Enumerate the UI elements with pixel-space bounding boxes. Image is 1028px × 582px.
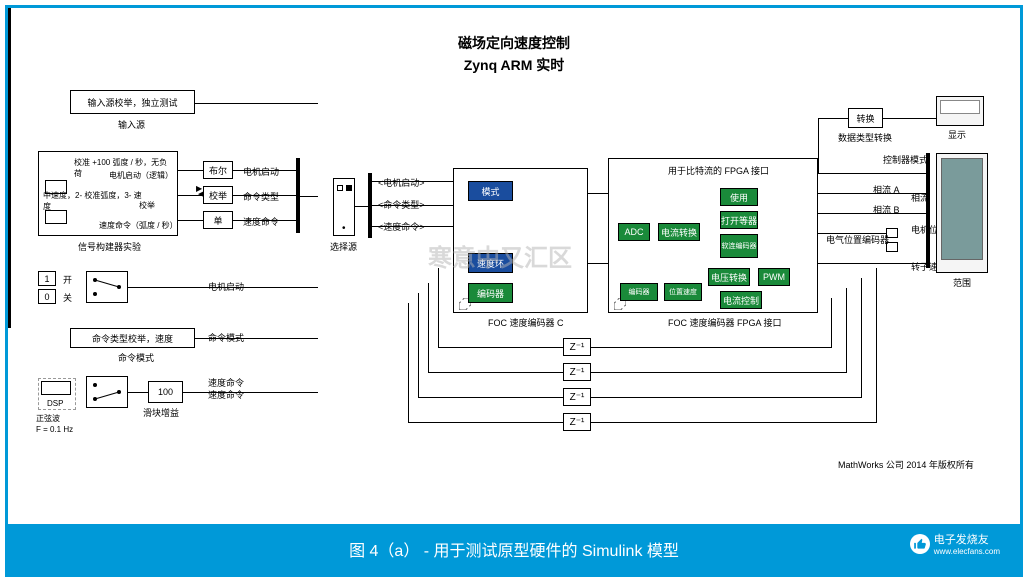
scope-block	[936, 153, 988, 273]
gain-block: 100	[148, 381, 183, 403]
soft-encoder-block: 软连编码器	[720, 234, 758, 258]
enc-icon-1	[886, 228, 898, 238]
title-line2: Zynq ARM 实时	[8, 55, 1020, 75]
pwm-block: PWM	[758, 268, 790, 286]
watermark: 寒意中又汇区	[428, 238, 572, 273]
footer-bar: 图 4（a） - 用于测试原型硬件的 Simulink 模型 电子发烧友 www…	[8, 524, 1020, 574]
enc-icon-2	[886, 242, 898, 252]
input-source-label: 输入源	[118, 118, 145, 131]
mode-block: 模式	[468, 181, 513, 201]
phase-b-label: 相流 B	[873, 203, 900, 216]
enable-block: 使用	[720, 188, 758, 206]
fpga-title: 用于比特流的 FPGA 接口	[668, 164, 769, 177]
const-1: 1	[38, 271, 56, 286]
current-ctrl-block: 电流控制	[720, 291, 762, 309]
delay-1: Z⁻¹	[563, 338, 591, 356]
sine-source: DSP	[38, 378, 76, 410]
pos-speed-block-1: 编码器	[620, 283, 658, 301]
scope-mux	[926, 153, 930, 268]
enum-block: ◄ ▶ 校举	[203, 186, 233, 204]
signal-builder: 校准 +100 弧度 / 秒，无负荷 电机启动（逻辑） 中速度，2- 校准弧度，…	[38, 151, 178, 236]
encoder-block: 编码器	[468, 283, 513, 303]
signal-builder-label: 信号构建器实验	[78, 240, 141, 253]
delay-2: Z⁻¹	[563, 363, 591, 381]
foc-c-label: FOC 速度编码器 C	[488, 316, 564, 329]
title-line1: 磁场定向速度控制	[8, 33, 1020, 53]
open-close-block: 打开等器	[720, 211, 758, 229]
display-block	[936, 96, 984, 126]
selection-label: 选择源	[330, 240, 357, 253]
const-0: 0	[38, 289, 56, 304]
current-trans-block: 电流转换	[658, 223, 700, 241]
single-block: 单	[203, 211, 233, 229]
cmd-mode-label: 命令模式	[118, 351, 154, 364]
elec-pos-label: 电气位置编码器	[826, 233, 889, 246]
delay-4: Z⁻¹	[563, 413, 591, 431]
manual-switch-1	[86, 271, 128, 303]
freq-label: F = 0.1 Hz	[36, 425, 73, 434]
cmd-mode-header: 命令类型校举，速度	[70, 328, 195, 348]
volt-trans-block: 电压转换	[708, 268, 750, 286]
display-label: 显示	[948, 128, 966, 141]
on-label: 开	[63, 273, 72, 286]
fpga-label: FOC 速度编码器 FPGA 接口	[668, 316, 782, 329]
motor-start-label: 电机启动	[243, 165, 279, 178]
scope-label: 范围	[953, 276, 971, 289]
input-source-header: 输入源校举，独立测试	[70, 90, 195, 114]
pos-speed-block: 位置速度	[664, 283, 702, 301]
footer-caption: 图 4（a） - 用于测试原型硬件的 Simulink 模型	[349, 537, 679, 561]
delay-3: Z⁻¹	[563, 388, 591, 406]
bool-block: 布尔	[203, 161, 233, 179]
sine-label: 正弦波	[36, 413, 60, 424]
selector-block: •	[333, 178, 355, 236]
line-1	[195, 103, 318, 104]
off-label: 关	[63, 291, 72, 304]
copyright: MathWorks 公司 2014 年版权所有	[838, 458, 974, 471]
thumbs-icon	[910, 534, 930, 554]
cmd-type-label: 命令类型	[243, 190, 279, 203]
speed-cmd-label: 速度命令	[243, 215, 279, 228]
phase-a-label: 相流 A	[873, 183, 900, 196]
signal-icon-1	[45, 180, 67, 194]
gain-label: 滑块增益	[143, 406, 179, 419]
speed-cmd-out2: 速度命令	[208, 388, 244, 401]
convert-label: 数据类型转换	[838, 131, 892, 144]
manual-switch-2	[86, 376, 128, 408]
convert-block: 转换	[848, 108, 883, 128]
adc-block: ADC	[618, 223, 650, 241]
main-frame: 磁场定向速度控制 Zynq ARM 实时 输入源校举，独立测试 输入源 校准 +…	[5, 5, 1023, 577]
signal-icon-2	[45, 210, 67, 224]
demux-motor-start: <电机启动>	[378, 176, 425, 189]
elecfans-logo: 电子发烧友 www.elecfans.com	[910, 531, 1000, 556]
ctrl-mode-label: 控制器模式	[883, 153, 928, 166]
title-area: 磁场定向速度控制 Zynq ARM 实时	[8, 33, 1020, 75]
